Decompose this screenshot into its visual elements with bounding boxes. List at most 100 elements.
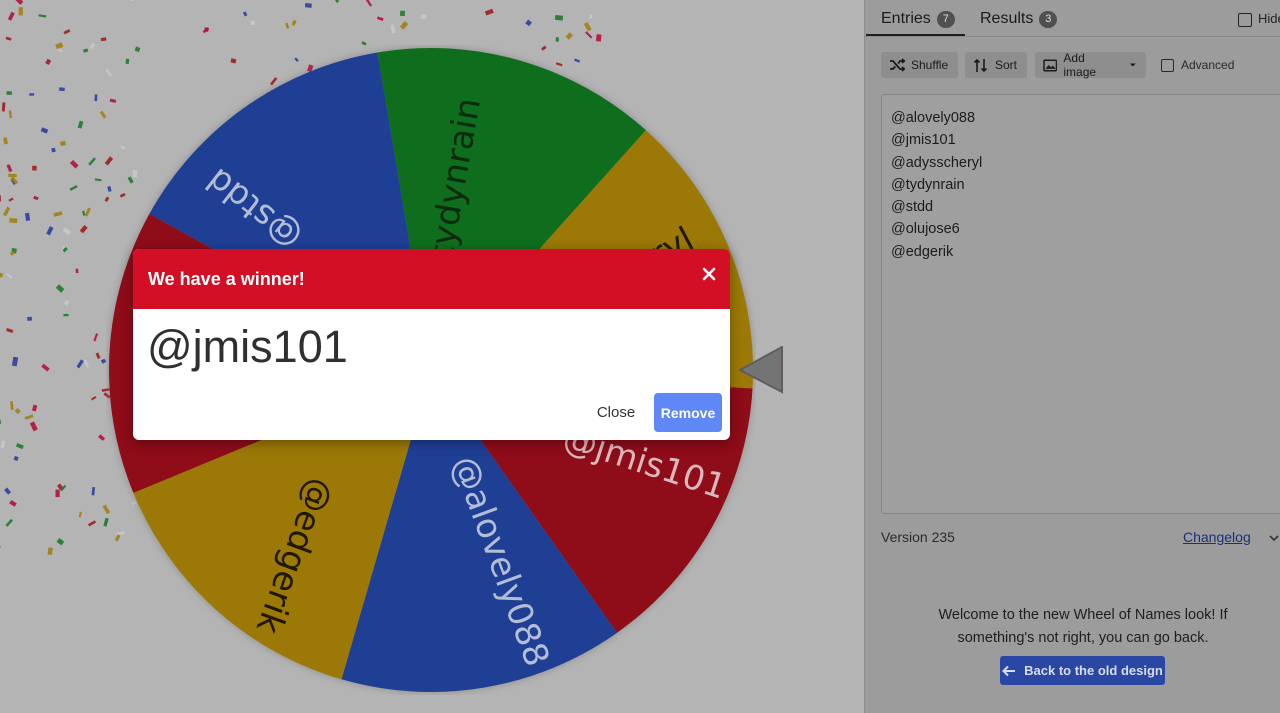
image-icon <box>1043 59 1058 71</box>
confetti-piece <box>399 21 409 30</box>
confetti-piece <box>88 157 96 166</box>
tab-entries[interactable]: Entries 7 <box>881 10 955 28</box>
confetti-piece <box>8 197 14 202</box>
shuffle-label: Shuffle <box>911 58 949 72</box>
results-count-badge: 3 <box>1039 10 1058 28</box>
chevron-down-icon[interactable] <box>1268 532 1280 544</box>
confetti-piece <box>11 248 17 254</box>
confetti-piece <box>90 396 97 401</box>
confetti-piece <box>390 24 396 34</box>
confetti-piece <box>32 165 37 171</box>
confetti-piece <box>76 359 84 369</box>
confetti-piece <box>78 511 82 518</box>
confetti-piece <box>242 11 248 17</box>
confetti-piece <box>24 414 34 420</box>
confetti-piece <box>291 19 297 26</box>
add-image-label: Add image <box>1063 51 1097 79</box>
confetti-piece <box>585 31 593 39</box>
confetti-piece <box>9 250 16 256</box>
changelog-link[interactable]: Changelog <box>1183 529 1251 545</box>
add-image-button[interactable]: Add image <box>1035 51 1146 79</box>
confetti-piece <box>55 42 64 50</box>
advanced-checkbox[interactable] <box>1161 59 1174 72</box>
confetti-piece <box>40 127 49 134</box>
confetti-piece <box>250 20 256 25</box>
confetti-piece <box>95 352 101 359</box>
confetti-piece <box>87 520 97 527</box>
confetti-piece <box>15 442 24 450</box>
confetti-piece <box>285 22 290 29</box>
tab-results-label: Results <box>980 10 1034 27</box>
confetti-piece <box>6 91 12 95</box>
confetti-piece <box>83 359 90 368</box>
close-button[interactable]: Close <box>586 394 646 430</box>
confetti-piece <box>60 484 67 492</box>
entry-item: @stdd <box>891 199 934 216</box>
confetti-piece <box>10 178 16 186</box>
confetti-piece <box>62 246 68 253</box>
confetti-piece <box>93 333 99 342</box>
confetti-piece <box>6 164 13 173</box>
confetti-piece <box>1 102 6 112</box>
confetti-piece <box>98 434 106 441</box>
entries-textarea[interactable]: @alovely088 @jmis101 @adysscheryl @tydyn… <box>881 94 1280 514</box>
confetti-piece <box>10 176 19 185</box>
confetti-piece <box>53 211 63 217</box>
confetti-piece <box>89 42 96 50</box>
sort-button[interactable]: Sort <box>965 52 1027 78</box>
advanced-label: Advanced <box>1181 58 1235 72</box>
shuffle-button[interactable]: Shuffle <box>881 52 958 78</box>
back-to-old-design-button[interactable]: Back to the old design <box>1000 656 1165 685</box>
confetti-piece <box>63 29 71 35</box>
confetti-piece <box>94 178 102 182</box>
confetti-piece <box>6 273 14 279</box>
back-button-label: Back to the old design <box>1024 663 1163 678</box>
confetti-piece <box>82 210 86 216</box>
confetti-piece <box>0 542 1 549</box>
entry-item: @edgerik <box>891 243 954 260</box>
confetti-piece <box>94 94 98 102</box>
confetti-piece <box>10 401 14 410</box>
confetti-piece <box>56 538 65 546</box>
entries-count-badge: 7 <box>936 10 955 28</box>
confetti-piece <box>38 14 47 18</box>
arrow-left-icon <box>1002 665 1016 676</box>
confetti-piece <box>332 0 340 4</box>
confetti-piece <box>91 487 96 496</box>
confetti-piece <box>29 421 38 432</box>
confetti-piece <box>5 518 14 527</box>
confetti-piece <box>45 58 52 65</box>
confetti-piece <box>51 147 56 153</box>
confetti-piece <box>3 137 8 145</box>
confetti-piece <box>0 440 6 449</box>
confetti-piece <box>0 195 2 202</box>
confetti-piece <box>202 27 210 34</box>
sort-label: Sort <box>995 58 1018 72</box>
dialog-header: We have a winner! <box>133 249 730 309</box>
confetti-piece <box>9 499 17 507</box>
confetti-piece <box>56 47 64 53</box>
hide-checkbox[interactable] <box>1238 13 1252 27</box>
side-panel: Entries 7 Results 3 Hide Shuffle Sort <box>864 0 1280 713</box>
entry-item: @jmis101 <box>891 132 956 149</box>
caret-down-icon <box>1130 63 1137 67</box>
confetti-piece <box>75 268 79 274</box>
confetti-piece <box>13 0 24 5</box>
app-stage: @stdd @tydynrain ryl @jmis101 @alovely08… <box>0 0 1280 713</box>
winner-name: @jmis101 <box>147 321 348 372</box>
confetti-piece <box>55 284 65 293</box>
confetti-piece <box>400 10 405 16</box>
confetti-piece <box>595 34 602 42</box>
remove-button[interactable]: Remove <box>654 393 722 432</box>
tab-results[interactable]: Results 3 <box>980 10 1058 28</box>
close-icon[interactable] <box>699 264 719 284</box>
confetti-piece <box>69 159 79 169</box>
sort-icon <box>973 58 988 72</box>
confetti-piece <box>8 173 17 178</box>
confetti-piece <box>0 272 4 278</box>
confetti-piece <box>63 299 70 306</box>
welcome-message: Welcome to the new Wheel of Names look! … <box>938 607 1228 646</box>
confetti-piece <box>4 487 11 495</box>
confetti-piece <box>11 356 19 367</box>
entry-item: @alovely088 <box>891 110 976 126</box>
